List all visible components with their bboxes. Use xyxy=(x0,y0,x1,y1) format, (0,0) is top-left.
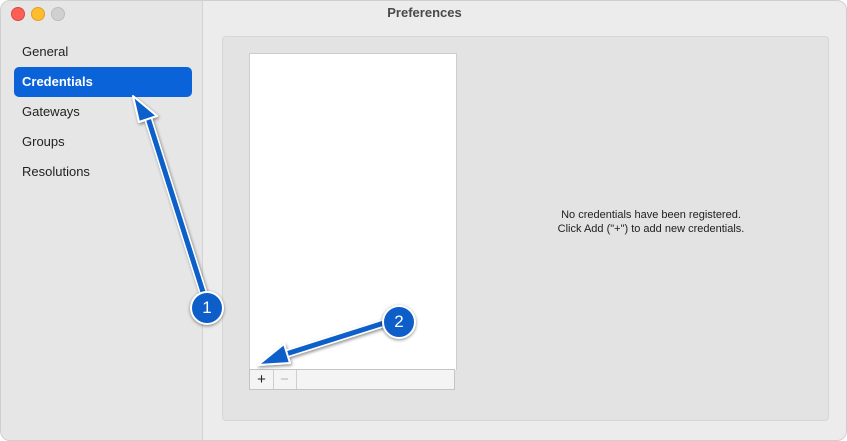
add-credential-button[interactable]: + xyxy=(250,370,274,389)
annotation-badge-1: 1 xyxy=(190,291,224,325)
sidebar-item-credentials[interactable]: Credentials xyxy=(14,67,192,97)
sidebar-item-gateways[interactable]: Gateways xyxy=(14,97,192,127)
empty-state-line-1: No credentials have been registered. xyxy=(561,209,741,221)
zoom-window-button[interactable] xyxy=(51,7,65,21)
sidebar-item-resolutions[interactable]: Resolutions xyxy=(14,157,192,187)
sidebar-item-groups[interactable]: Groups xyxy=(14,127,192,157)
window-title: Preferences xyxy=(387,5,462,20)
remove-credential-button[interactable]: − xyxy=(273,370,297,389)
close-window-button[interactable] xyxy=(11,7,25,21)
sidebar: General Credentials Gateways Groups Reso… xyxy=(1,1,203,440)
credentials-list-toolbar: + − xyxy=(249,369,455,390)
minimize-window-button[interactable] xyxy=(31,7,45,21)
empty-state-line-2: Click Add ("+") to add new credentials. xyxy=(557,223,745,235)
annotation-badge-2: 2 xyxy=(382,305,416,339)
preferences-window: General Credentials Gateways Groups Reso… xyxy=(0,0,847,441)
empty-state-message: No credentials have been registered. Cli… xyxy=(466,208,836,236)
sidebar-item-general[interactable]: General xyxy=(14,37,192,67)
credentials-list[interactable] xyxy=(249,53,457,370)
